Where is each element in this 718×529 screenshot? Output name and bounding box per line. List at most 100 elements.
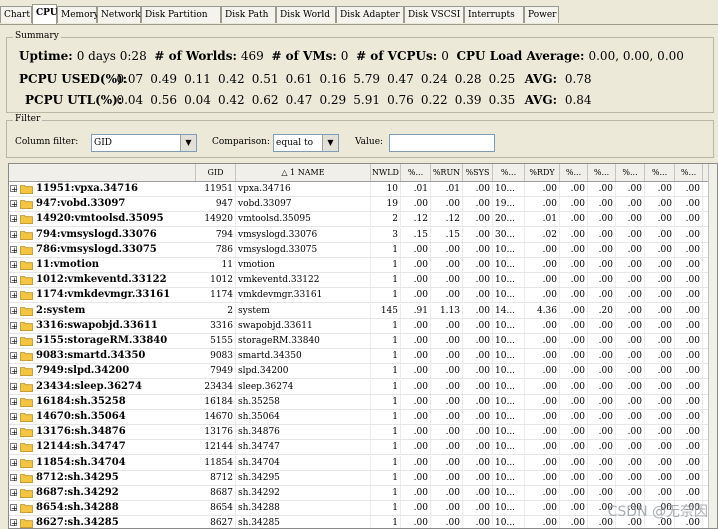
table-row[interactable]: +13176:sh.34876 13176 sh.34876 1.00.00.00 10… (9, 425, 711, 441)
table-row[interactable]: +786:vmsyslogd.33075 786 vmsyslogd.33075 1.… (9, 242, 711, 258)
table-row[interactable]: +1174:vmkdevmgr.33161 1174 vmkdevmgr.33161… (9, 288, 711, 304)
expand-icon[interactable]: + (10, 215, 18, 224)
table-row[interactable]: +794:vmsyslogd.33076 794 vmsyslogd.33076 3.… (9, 227, 711, 243)
tab-power[interactable]: Power (524, 6, 559, 23)
table-row[interactable]: +5155:storageRM.33840 5155 storageRM.33840… (9, 334, 711, 349)
tab-cpu[interactable]: CPU (32, 4, 58, 24)
header-col[interactable]: %... (588, 164, 616, 181)
table-row[interactable]: +8687:sh.34292 8687 sh.34292 1.00.00.00 10..… (9, 486, 711, 501)
expand-icon[interactable]: + (10, 185, 18, 194)
header-nwld[interactable]: NWLD (371, 164, 401, 181)
table-row[interactable]: +23434:sleep.36274 23434 sleep.36274 1.00.0… (9, 379, 711, 395)
table-row[interactable]: +8627:sh.34285 8627 sh.34285 1.00.00.00 10..… (9, 516, 711, 528)
tree-item-label[interactable]: 8627:sh.34285 (36, 516, 119, 528)
table-row[interactable]: +11:vmotion 11 vmotion 1.00.00.00 10... .00.0… (9, 258, 711, 273)
header-col[interactable]: %... (560, 164, 588, 181)
tab-disk-world[interactable]: Disk World (276, 6, 336, 23)
tab-chart[interactable]: Chart (0, 6, 32, 23)
expand-icon[interactable]: + (10, 367, 18, 376)
expand-icon[interactable]: + (10, 519, 18, 528)
tab-disk-vscsi[interactable]: Disk VSCSI (404, 6, 464, 23)
expand-icon[interactable]: + (10, 200, 18, 209)
table-row[interactable]: +8654:sh.34288 8654 sh.34288 1.00.00.00 10..… (9, 501, 711, 517)
tree-item-label[interactable]: 1012:vmkeventd.33122 (36, 273, 167, 287)
table-row[interactable]: +1012:vmkeventd.33122 1012 vmkeventd.33122… (9, 273, 711, 289)
tree-item-label[interactable]: 23434:sleep.36274 (36, 380, 142, 394)
header-gid[interactable]: GID (196, 164, 236, 181)
table-row[interactable]: +11854:sh.34704 11854 sh.34704 1.00.00.00 10… (9, 455, 711, 471)
header-run[interactable]: %RUN (431, 164, 463, 181)
expand-icon[interactable]: + (10, 306, 18, 315)
tree-item-label[interactable]: 16184:sh.35258 (36, 395, 126, 409)
table-row[interactable]: +2:system 2 system 145.91 1.13.00 14... 4.36.0… (9, 303, 711, 319)
table-row[interactable]: +947:vobd.33097 947 vobd.33097 19.00.00.00 1… (9, 197, 711, 213)
tree-item-label[interactable]: 8712:sh.34295 (36, 471, 119, 485)
table-row[interactable]: +16184:sh.35258 16184 sh.35258 1.00.00.00 10… (9, 394, 711, 410)
tree-item-label[interactable]: 8687:sh.34292 (36, 486, 119, 500)
header-col[interactable]: %... (493, 164, 525, 181)
header-sys[interactable]: %SYS (463, 164, 493, 181)
expand-icon[interactable]: + (10, 261, 18, 270)
header-rdy[interactable]: %RDY (525, 164, 560, 181)
expand-icon[interactable]: + (10, 245, 18, 254)
expand-icon[interactable]: + (10, 230, 18, 239)
tab-network[interactable]: Network (97, 6, 141, 23)
expand-icon[interactable]: + (10, 321, 18, 330)
table-row[interactable]: +9083:smartd.34350 9083 smartd.34350 1.00.0… (9, 349, 711, 365)
column-filter-select[interactable]: GID ▼ (91, 134, 197, 152)
table-row[interactable]: +3316:swapobjd.33611 3316 swapobjd.33611 1.… (9, 318, 711, 334)
table-row[interactable]: +14670:sh.35064 14670 sh.35064 1.00.00.00 10… (9, 410, 711, 425)
expand-icon[interactable]: + (10, 382, 18, 391)
tab-memory[interactable]: Memory (57, 6, 99, 23)
expand-icon[interactable]: + (10, 473, 18, 482)
header-tree[interactable] (9, 164, 196, 181)
table-row[interactable]: +7949:slpd.34200 7949 slpd.34200 1.00.00.00… (9, 364, 711, 380)
header-name[interactable]: △ 1 NAME (236, 164, 371, 181)
tree-item-label[interactable]: 13176:sh.34876 (36, 425, 126, 439)
value-input[interactable] (389, 134, 495, 152)
tree-item-label[interactable]: 1174:vmkdevmgr.33161 (36, 288, 170, 302)
tree-item-label[interactable]: 2:system (36, 304, 85, 318)
vertical-scrollbar[interactable] (708, 164, 717, 528)
tree-item-label[interactable]: 5155:storageRM.33840 (36, 334, 167, 348)
tree-item-label[interactable]: 11:vmotion (36, 258, 99, 272)
table-row[interactable]: +12144:sh.34747 12144 sh.34747 1.00.00.00 10… (9, 440, 711, 456)
expand-icon[interactable]: + (10, 458, 18, 467)
tab-disk-partition[interactable]: Disk Partition (141, 6, 221, 23)
expand-icon[interactable]: + (10, 337, 18, 346)
header-col[interactable]: %... (616, 164, 645, 181)
tree-item-label[interactable]: 3316:swapobjd.33611 (36, 319, 158, 333)
tab-disk-path[interactable]: Disk Path (221, 6, 276, 23)
table-row[interactable]: +8712:sh.34295 8712 sh.34295 1.00.00.00 10..… (9, 470, 711, 486)
tree-item-label[interactable]: 7949:slpd.34200 (36, 364, 129, 378)
comparison-select[interactable]: equal to ▼ (273, 134, 339, 152)
tree-item-label[interactable]: 14670:sh.35064 (36, 410, 126, 424)
expand-icon[interactable]: + (10, 397, 18, 406)
tree-item-label[interactable]: 11854:sh.34704 (36, 456, 126, 470)
tree-item-label[interactable]: 947:vobd.33097 (36, 197, 125, 211)
table-row[interactable]: +14920:vmtoolsd.35095 14920 vmtoolsd.35095… (9, 212, 711, 228)
tree-item-label[interactable]: 8654:sh.34288 (36, 501, 119, 515)
table-row[interactable]: +11951:vpxa.34716 11951 vpxa.34716 10.01.01… (9, 182, 711, 197)
tab-disk-adapter[interactable]: Disk Adapter (336, 6, 404, 23)
expand-icon[interactable]: + (10, 352, 18, 361)
tab-interrupts[interactable]: Interrupts (464, 6, 524, 23)
tree-item-label[interactable]: 14920:vmtoolsd.35095 (36, 212, 164, 226)
expand-icon[interactable]: + (10, 489, 18, 498)
expand-icon[interactable]: + (10, 443, 18, 452)
header-col[interactable]: %... (401, 164, 431, 181)
tree-item-label[interactable]: 9083:smartd.34350 (36, 349, 145, 363)
chevron-down-icon[interactable]: ▼ (322, 135, 338, 151)
expand-icon[interactable]: + (10, 428, 18, 437)
expand-icon[interactable]: + (10, 276, 18, 285)
expand-icon[interactable]: + (10, 504, 18, 513)
tree-item-label[interactable]: 12144:sh.34747 (36, 440, 126, 454)
header-col[interactable]: %... (645, 164, 675, 181)
chevron-down-icon[interactable]: ▼ (180, 135, 196, 151)
expand-icon[interactable]: + (10, 413, 18, 422)
header-col[interactable]: %... (675, 164, 703, 181)
tree-item-label[interactable]: 11951:vpxa.34716 (36, 182, 138, 196)
tree-item-label[interactable]: 786:vmsyslogd.33075 (36, 243, 157, 257)
tree-item-label[interactable]: 794:vmsyslogd.33076 (36, 228, 157, 242)
expand-icon[interactable]: + (10, 291, 18, 300)
